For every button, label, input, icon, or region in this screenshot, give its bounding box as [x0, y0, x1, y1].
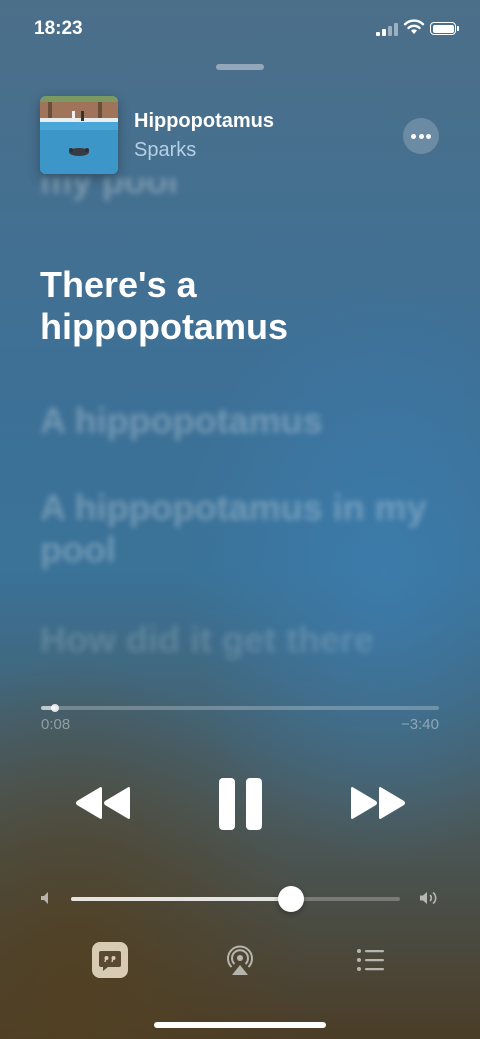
pause-icon [219, 778, 262, 830]
more-options-button[interactable] [403, 118, 439, 154]
remaining-time: −3:40 [401, 716, 439, 733]
lyrics-icon [99, 951, 121, 971]
elapsed-time: 0:08 [41, 716, 71, 733]
home-indicator[interactable] [154, 1022, 326, 1028]
battery-icon [430, 22, 459, 35]
fast-forward-icon [351, 787, 405, 819]
status-bar: 18:23 [0, 0, 480, 60]
airplay-icon [227, 945, 253, 975]
volume-low-icon [41, 892, 48, 904]
rewind-icon [76, 787, 130, 819]
sheet-grabber[interactable] [216, 64, 264, 70]
lyric-line[interactable]: How did it get there [40, 619, 440, 661]
airplay-button[interactable] [224, 943, 256, 977]
lyrics-button[interactable] [92, 942, 128, 978]
progress-knob[interactable] [50, 704, 59, 712]
playback-progress-bar[interactable] [41, 704, 439, 712]
lyric-line-previous[interactable]: my pool [40, 178, 440, 218]
volume-high-icon [420, 891, 437, 905]
wifi-icon [403, 19, 425, 34]
album-artwork-image [40, 96, 118, 174]
lyric-line[interactable]: A hippopotamus in my pool [40, 487, 440, 571]
status-time: 18:23 [34, 18, 83, 39]
volume-knob[interactable] [278, 886, 305, 912]
album-artwork[interactable] [40, 96, 118, 174]
lyric-line[interactable]: A hippopotamus [40, 400, 440, 442]
volume-fill [71, 897, 292, 901]
cellular-signal-icon [376, 22, 400, 36]
queue-icon [357, 949, 384, 971]
song-title: Hippopotamus [134, 110, 274, 132]
volume-slider[interactable] [71, 886, 400, 912]
queue-button[interactable] [356, 947, 386, 973]
lyric-line-current[interactable]: There's a hippopotamus [40, 264, 440, 348]
artist-name[interactable]: Sparks [134, 139, 196, 162]
fast-forward-button[interactable] [349, 785, 407, 821]
rewind-button[interactable] [74, 785, 132, 821]
ellipsis-icon [411, 134, 416, 139]
pause-button[interactable] [218, 777, 264, 831]
